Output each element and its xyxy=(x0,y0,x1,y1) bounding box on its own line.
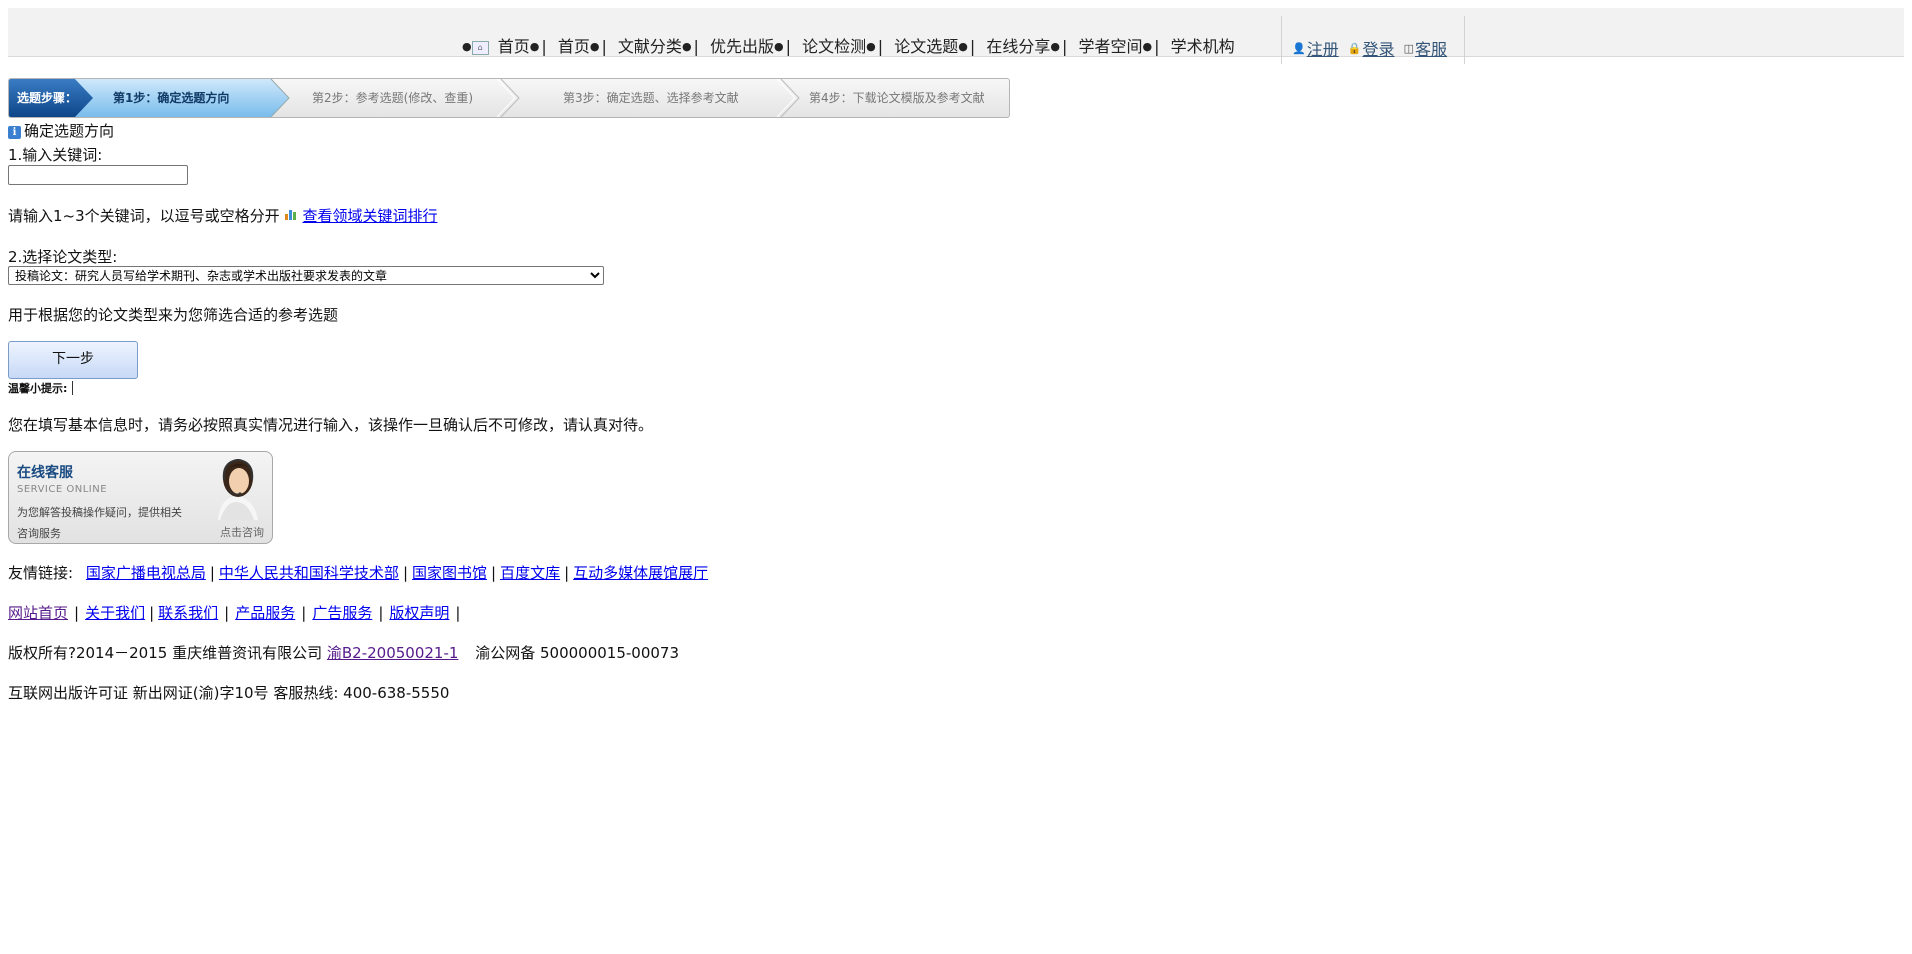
main-nav: ● ⌂ 首页● | 首页● | 文献分类● | 优先出版● | 论文检测● | 论文选题● |… xyxy=(462,37,1235,56)
user-links: 👤注册 🔒登录 ◫客服 xyxy=(1292,36,1451,60)
user-box: 👤注册 🔒登录 ◫客服 xyxy=(1281,16,1465,64)
type-hint: 用于根据您的论文类型来为您筛选合适的参考选题 xyxy=(8,306,339,324)
type-label: 2.选择论文类型: xyxy=(8,248,118,266)
service-consult-link[interactable]: 点击咨询 xyxy=(220,524,264,540)
friend-links: 友情链接: 国家广播电视总局 | 中华人民共和国科学技术部 | 国家图书馆 | 百度文库 | 互… xyxy=(8,564,709,582)
step-1: 第1步：确定选题方向 xyxy=(113,91,230,105)
lock-icon: 🔒 xyxy=(1347,42,1362,55)
nav-item-share[interactable]: 在线分享 xyxy=(986,37,1050,56)
footer-link-products[interactable]: 产品服务 xyxy=(235,604,295,622)
nav-item-topic[interactable]: 论文选题 xyxy=(894,37,958,56)
nav-item-institution[interactable]: 学术机构 xyxy=(1171,37,1235,56)
keyword-hint-row: 请输入1~3个关键词，以逗号或空格分开 查看领域关键词排行 xyxy=(8,205,437,226)
agent-avatar xyxy=(218,458,258,520)
info-icon: i xyxy=(8,126,21,139)
footer-link-about[interactable]: 关于我们 xyxy=(85,604,145,622)
service-link[interactable]: 客服 xyxy=(1415,40,1447,59)
user-icon: 👤 xyxy=(1292,42,1306,55)
register-link[interactable]: 注册 xyxy=(1307,40,1339,59)
footer-link-copyright[interactable]: 版权声明 xyxy=(389,604,449,622)
notice-text: 您在填写基本信息时，请务必按照真实情况进行输入，该操作一旦确认后不可修改，请认真… xyxy=(8,416,654,434)
nav-item-priority[interactable]: 优先出版 xyxy=(710,37,774,56)
friend-link[interactable]: 互动多媒体展馆展厅 xyxy=(573,564,708,582)
tip-label: 温馨小提示: xyxy=(8,382,68,395)
friend-links-label: 友情链接: xyxy=(8,564,74,582)
step-4: 第4步：下载论文模版及参考文献 xyxy=(809,91,985,105)
footer-link-contact[interactable]: 联系我们 xyxy=(158,604,218,622)
form-heading-text: 确定选题方向 xyxy=(24,122,115,140)
keyword-rank-link[interactable]: 查看领域关键词排行 xyxy=(302,207,437,225)
friend-link[interactable]: 中华人民共和国科学技术部 xyxy=(219,564,399,582)
tip-caret xyxy=(72,381,74,395)
nav-item-home[interactable]: 首页 xyxy=(498,37,530,56)
nav-item-scholar[interactable]: 学者空间 xyxy=(1078,37,1142,56)
step-progress: 选题步骤： 第1步：确定选题方向 第2步：参考选题(修改、查重) 第3步：确定选… xyxy=(8,78,1010,118)
online-service-box[interactable]: 在线客服 SERVICE ONLINE 为您解答投稿操作疑问，提供相关咨询服务 … xyxy=(8,451,273,544)
home-icon: ⌂ xyxy=(471,41,489,55)
police-record: 渝公网备 500000015-00073 xyxy=(475,644,680,662)
next-step-button[interactable]: 下一步 xyxy=(8,341,138,379)
friend-link[interactable]: 百度文库 xyxy=(500,564,560,582)
footer-nav: 网站首页 | 关于我们 | 联系我们 | 产品服务 | 广告服务 | 版权声明 | xyxy=(8,604,461,622)
service-icon: ◫ xyxy=(1403,42,1415,55)
copyright-text: 版权所有?2014－2015 重庆维普资讯有限公司 xyxy=(8,644,323,662)
bar-chart-icon xyxy=(285,210,297,220)
keyword-input[interactable] xyxy=(8,165,188,185)
license-text: 互联网出版许可证 新出网证(渝)字10号 客服热线: 400-638-5550 xyxy=(8,684,450,702)
service-description: 为您解答投稿操作疑问，提供相关咨询服务 xyxy=(17,506,182,540)
nav-item-categories[interactable]: 文献分类 xyxy=(618,37,682,56)
step-2: 第2步：参考选题(修改、查重) xyxy=(312,91,473,105)
footer-link-home[interactable]: 网站首页 xyxy=(8,604,68,622)
keyword-hint: 请输入1~3个关键词，以逗号或空格分开 xyxy=(8,207,280,225)
form-heading: i 确定选题方向 xyxy=(8,120,114,141)
copyright-row: 版权所有?2014－2015 重庆维普资讯有限公司 渝B2-20050021-1… xyxy=(8,642,679,663)
tip-row: 温馨小提示: xyxy=(8,380,74,396)
icp-link[interactable]: 渝B2-20050021-1 xyxy=(327,644,459,662)
steps-lead-label: 选题步骤： xyxy=(17,91,78,105)
friend-link[interactable]: 国家广播电视总局 xyxy=(86,564,206,582)
footer-link-ads[interactable]: 广告服务 xyxy=(312,604,372,622)
nav-item-check[interactable]: 论文检测 xyxy=(802,37,866,56)
nav-item-home-2[interactable]: 首页 xyxy=(558,37,590,56)
keyword-label: 1.输入关键词: xyxy=(8,146,103,164)
service-title: 在线客服 xyxy=(17,465,73,481)
paper-type-select[interactable]: 投稿论文：研究人员写给学术期刊、杂志或学术出版社要求发表的文章 xyxy=(8,266,604,285)
login-link[interactable]: 登录 xyxy=(1363,40,1395,59)
service-subtitle: SERVICE ONLINE xyxy=(17,484,108,495)
friend-link[interactable]: 国家图书馆 xyxy=(412,564,487,582)
step-3: 第3步：确定选题、选择参考文献 xyxy=(563,91,739,105)
